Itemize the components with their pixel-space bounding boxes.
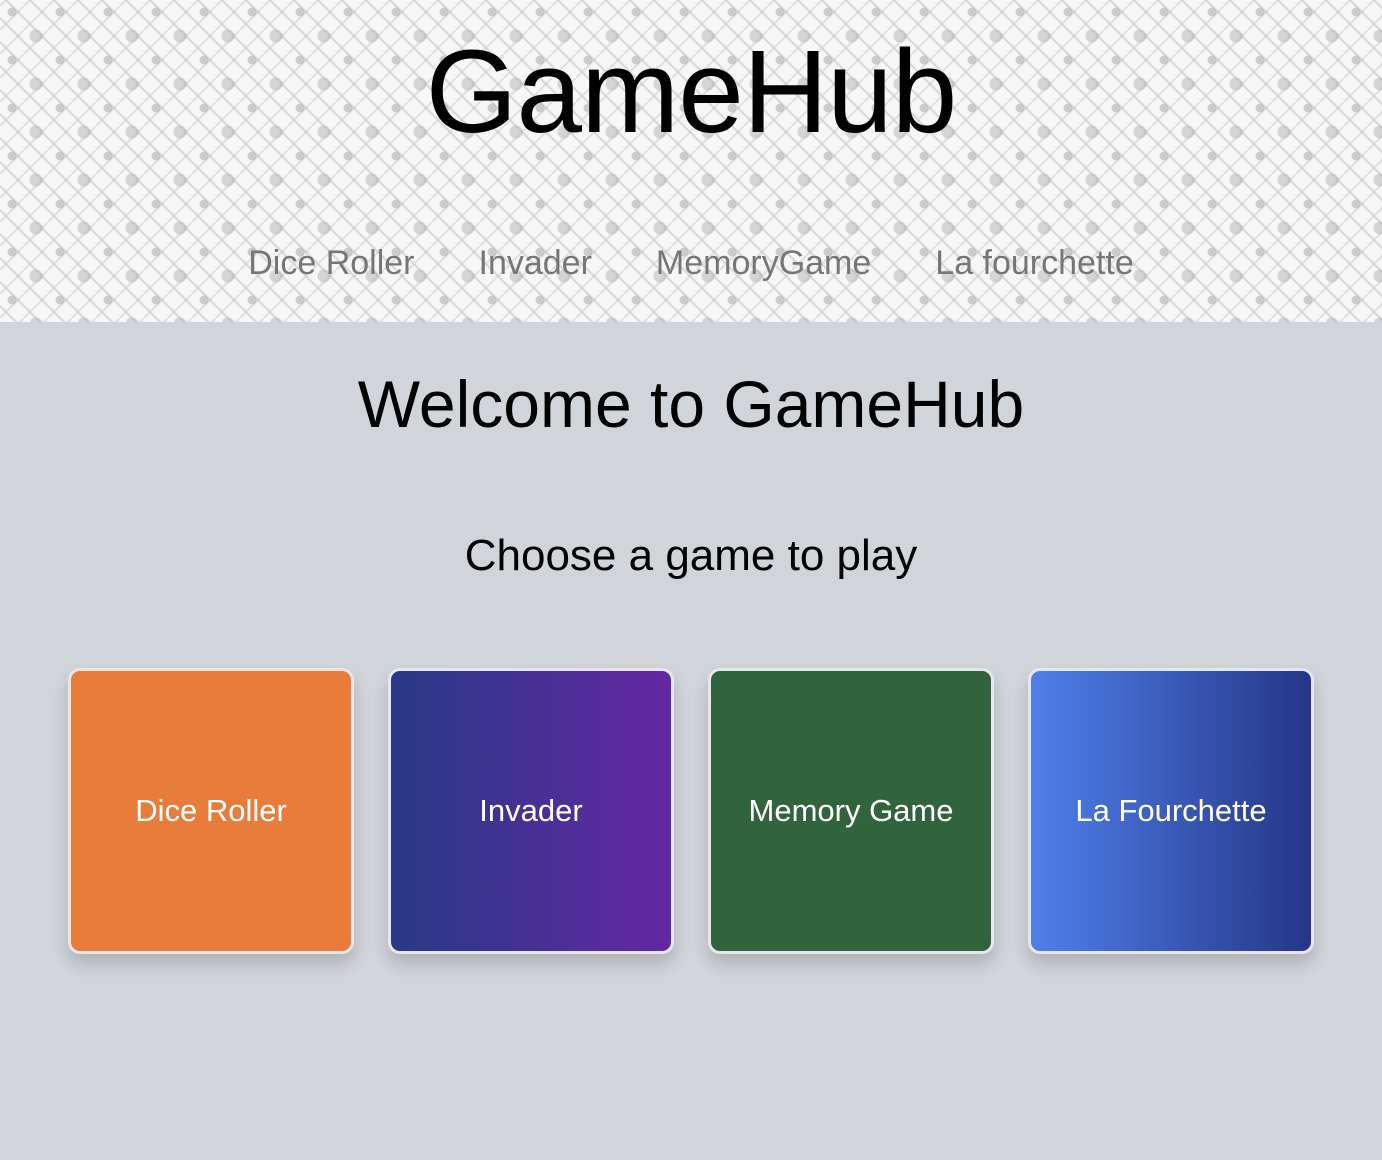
welcome-heading: Welcome to GameHub	[357, 367, 1025, 441]
game-card-dice-roller[interactable]: Dice Roller	[68, 668, 354, 954]
nav-link-memory-game[interactable]: MemoryGame	[656, 244, 871, 282]
game-card-memory-game[interactable]: Memory Game	[708, 668, 994, 954]
site-title: GameHub	[425, 26, 958, 158]
nav-list: Dice Roller Invader MemoryGame La fourch…	[0, 238, 1382, 288]
nav-item-dice-roller: Dice Roller	[248, 238, 414, 288]
nav-item-memory-game: MemoryGame	[656, 238, 871, 288]
nav-link-dice-roller[interactable]: Dice Roller	[248, 244, 414, 282]
choose-game-subtitle: Choose a game to play	[464, 531, 918, 580]
nav-link-invader[interactable]: Invader	[479, 244, 592, 282]
main-content: Welcome to GameHub Choose a game to play…	[0, 322, 1382, 1160]
game-card-invader[interactable]: Invader	[388, 668, 674, 954]
game-card-label: La Fourchette	[1075, 793, 1267, 828]
game-card-label: Memory Game	[748, 793, 954, 828]
game-card-label: Dice Roller	[135, 793, 287, 828]
game-card-la-fourchette[interactable]: La Fourchette	[1028, 668, 1314, 954]
site-header: GameHub Dice Roller Invader MemoryGame L…	[0, 0, 1382, 322]
nav-link-la-fourchette[interactable]: La fourchette	[935, 244, 1133, 282]
nav-item-la-fourchette: La fourchette	[935, 238, 1133, 288]
game-cards: Dice Roller Invader Memory Game La Fourc…	[68, 668, 1314, 954]
nav-item-invader: Invader	[479, 238, 592, 288]
game-card-label: Invader	[479, 793, 583, 828]
